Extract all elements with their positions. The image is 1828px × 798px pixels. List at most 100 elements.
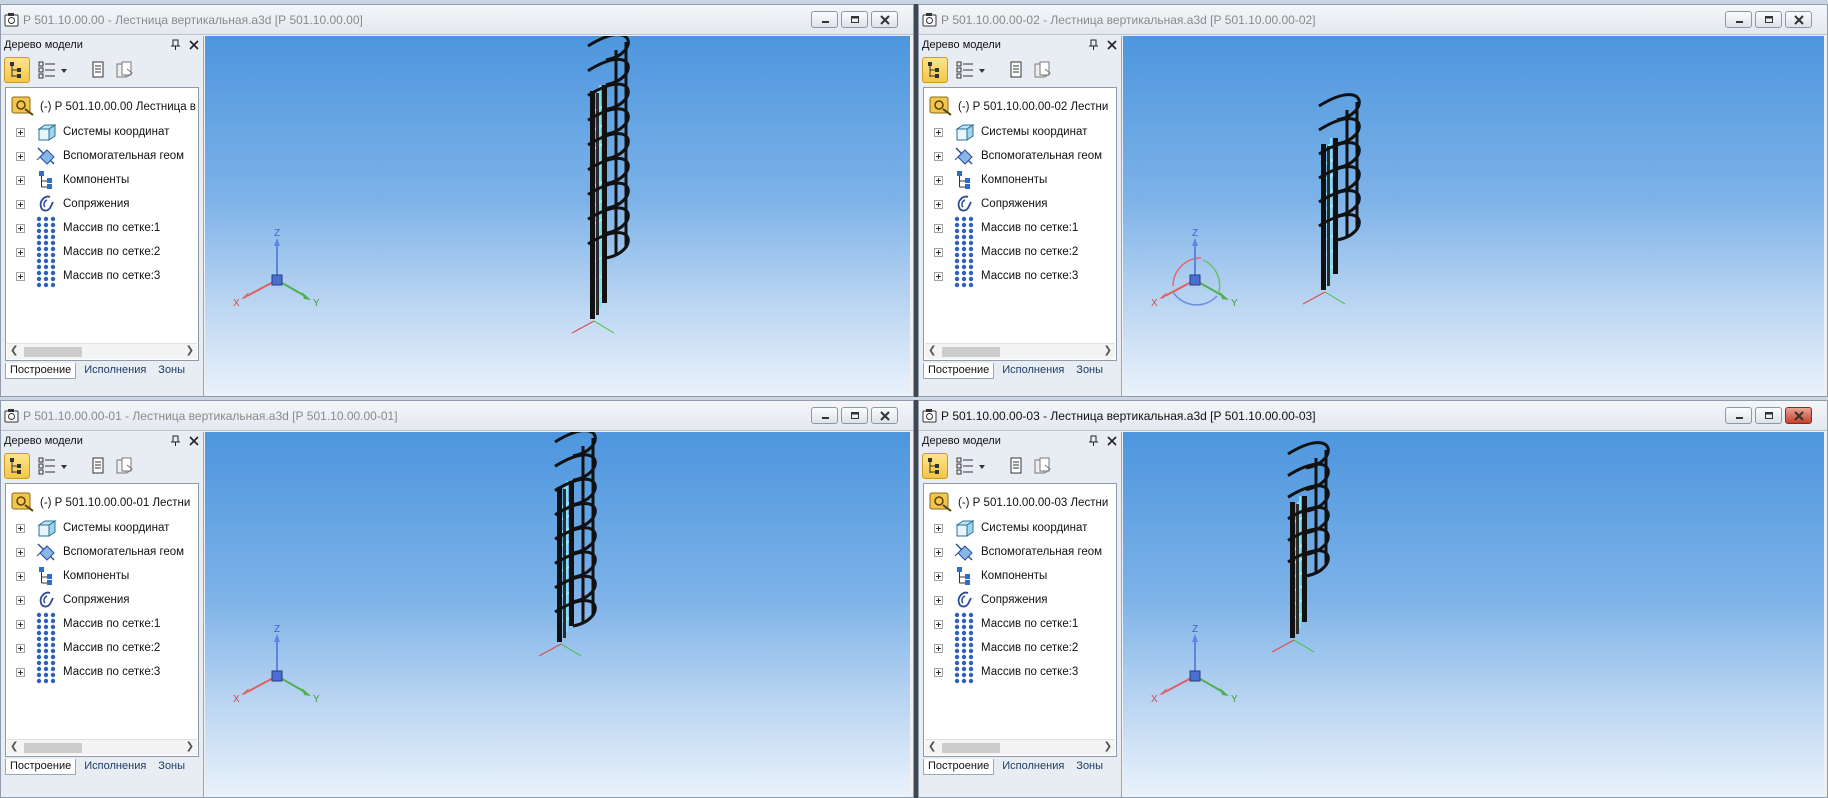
expand-icon[interactable] xyxy=(934,271,943,281)
document-window-4[interactable]: Р 501.10.00.00-03 - Лестница вертикальна… xyxy=(918,400,1828,798)
tab-construction[interactable]: Построение xyxy=(5,759,77,775)
expand-icon[interactable] xyxy=(16,175,25,185)
scroll-right-icon[interactable]: ❯ xyxy=(1104,741,1112,752)
expand-icon[interactable] xyxy=(16,247,25,257)
3d-viewport[interactable]: Z X Y xyxy=(205,432,910,797)
scroll-thumb[interactable] xyxy=(24,347,82,357)
tree-horizontal-scrollbar[interactable]: ❮ ❯ xyxy=(7,739,197,755)
relations-button[interactable] xyxy=(1031,453,1055,479)
minimize-button[interactable] xyxy=(811,11,838,28)
expand-icon[interactable] xyxy=(16,151,25,161)
tab-construction[interactable]: Построение xyxy=(923,759,995,775)
minimize-button[interactable] xyxy=(811,407,838,424)
properties-button[interactable] xyxy=(1005,453,1027,479)
expand-icon[interactable] xyxy=(934,571,943,581)
expand-icon[interactable] xyxy=(934,151,943,161)
pin-icon[interactable] xyxy=(170,434,182,446)
axis-triad[interactable]: Z X Y xyxy=(233,228,320,309)
expand-icon[interactable] xyxy=(934,643,943,653)
expand-icon[interactable] xyxy=(934,223,943,233)
pin-icon[interactable] xyxy=(1088,38,1100,50)
expand-icon[interactable] xyxy=(16,595,25,605)
tree-horizontal-scrollbar[interactable]: ❮ ❯ xyxy=(7,343,197,359)
restore-button[interactable] xyxy=(1755,407,1782,424)
tab-versions[interactable]: Исполнения xyxy=(80,363,150,379)
scroll-left-icon[interactable]: ❮ xyxy=(928,741,936,752)
tree-node[interactable]: Системы координат xyxy=(16,516,169,540)
scroll-left-icon[interactable]: ❮ xyxy=(928,345,936,356)
expand-icon[interactable] xyxy=(934,175,943,185)
window-titlebar[interactable]: Р 501.10.00.00-01 - Лестница вертикальна… xyxy=(1,401,913,431)
tree-horizontal-scrollbar[interactable]: ❮ ❯ xyxy=(925,343,1115,359)
expand-icon[interactable] xyxy=(16,667,25,677)
tree-root[interactable]: (-) Р 501.10.00.00-02 Лестни xyxy=(928,94,1108,120)
tree-node[interactable]: Массив по сетке:2 xyxy=(934,636,1078,660)
window-titlebar[interactable]: Р 501.10.00.00 - Лестница вертикальная.a… xyxy=(1,5,913,35)
expand-icon[interactable] xyxy=(934,547,943,557)
panel-close-icon[interactable] xyxy=(1106,434,1118,446)
tree-horizontal-scrollbar[interactable]: ❮ ❯ xyxy=(925,739,1115,755)
scroll-thumb[interactable] xyxy=(942,743,1000,753)
3d-viewport[interactable]: Z X Y xyxy=(1123,36,1824,396)
tree-view-button[interactable] xyxy=(4,57,30,83)
expand-icon[interactable] xyxy=(16,127,25,137)
close-button[interactable] xyxy=(871,407,898,424)
scroll-left-icon[interactable]: ❮ xyxy=(10,345,18,356)
tree-node[interactable]: Массив по сетке:2 xyxy=(934,240,1078,264)
expand-icon[interactable] xyxy=(16,523,25,533)
tree-node[interactable]: Компоненты xyxy=(16,168,129,192)
restore-button[interactable] xyxy=(841,407,868,424)
window-titlebar[interactable]: Р 501.10.00.00-02 - Лестница вертикальна… xyxy=(919,5,1827,35)
scroll-thumb[interactable] xyxy=(24,743,82,753)
minimize-button[interactable] xyxy=(1725,407,1752,424)
tab-versions[interactable]: Исполнения xyxy=(998,363,1068,379)
tree-node[interactable]: Вспомогательная геом xyxy=(934,540,1102,564)
tab-versions[interactable]: Исполнения xyxy=(80,759,150,775)
close-button[interactable] xyxy=(871,11,898,28)
scroll-right-icon[interactable]: ❯ xyxy=(186,741,194,752)
3d-viewport[interactable]: Z X Y xyxy=(205,36,910,396)
document-window-1[interactable]: Р 501.10.00.00 - Лестница вертикальная.a… xyxy=(0,4,914,397)
tree-view-button[interactable] xyxy=(922,453,948,479)
tree-node[interactable]: Вспомогательная геом xyxy=(16,144,184,168)
tab-zones[interactable]: Зоны xyxy=(1072,363,1107,379)
tree-node[interactable]: Массив по сетке:1 xyxy=(16,216,160,240)
expand-icon[interactable] xyxy=(934,247,943,257)
properties-button[interactable] xyxy=(87,453,109,479)
pin-icon[interactable] xyxy=(1088,434,1100,446)
expand-icon[interactable] xyxy=(934,595,943,605)
filter-dropdown-button[interactable] xyxy=(35,453,73,479)
expand-icon[interactable] xyxy=(16,643,25,653)
tree-node[interactable]: Массив по сетке:1 xyxy=(16,612,160,636)
tree-node[interactable]: Сопряжения xyxy=(16,192,130,216)
filter-dropdown-button[interactable] xyxy=(35,57,73,83)
document-window-3[interactable]: Р 501.10.00.00-01 - Лестница вертикальна… xyxy=(0,400,914,798)
tree-node[interactable]: Системы координат xyxy=(934,516,1087,540)
tree-node[interactable]: Компоненты xyxy=(934,168,1047,192)
window-titlebar[interactable]: Р 501.10.00.00-03 - Лестница вертикальна… xyxy=(919,401,1827,431)
relations-button[interactable] xyxy=(113,57,137,83)
expand-icon[interactable] xyxy=(934,127,943,137)
tree-view-button[interactable] xyxy=(4,453,30,479)
tree-node[interactable]: Сопряжения xyxy=(16,588,130,612)
tree-view-button[interactable] xyxy=(922,57,948,83)
relations-button[interactable] xyxy=(113,453,137,479)
panel-close-icon[interactable] xyxy=(1106,38,1118,50)
tree-node[interactable]: Массив по сетке:3 xyxy=(934,264,1078,288)
tree-node[interactable]: Компоненты xyxy=(934,564,1047,588)
expand-icon[interactable] xyxy=(934,619,943,629)
scroll-right-icon[interactable]: ❯ xyxy=(186,345,194,356)
document-window-2[interactable]: Р 501.10.00.00-02 - Лестница вертикальна… xyxy=(918,4,1828,397)
axis-triad[interactable]: Z X Y xyxy=(233,624,320,705)
tree-root[interactable]: (-) Р 501.10.00.00 Лестница в xyxy=(10,94,196,120)
tree-node[interactable]: Компоненты xyxy=(16,564,129,588)
tree-node[interactable]: Массив по сетке:3 xyxy=(16,264,160,288)
tree-node[interactable]: Системы координат xyxy=(934,120,1087,144)
filter-dropdown-button[interactable] xyxy=(953,57,991,83)
tab-zones[interactable]: Зоны xyxy=(154,363,189,379)
tree-node[interactable]: Массив по сетке:2 xyxy=(16,240,160,264)
scroll-right-icon[interactable]: ❯ xyxy=(1104,345,1112,356)
tree-node[interactable]: Массив по сетке:3 xyxy=(934,660,1078,684)
expand-icon[interactable] xyxy=(16,571,25,581)
model-tree[interactable]: (-) Р 501.10.00.00-02 Лестни Системы коо… xyxy=(923,87,1117,361)
